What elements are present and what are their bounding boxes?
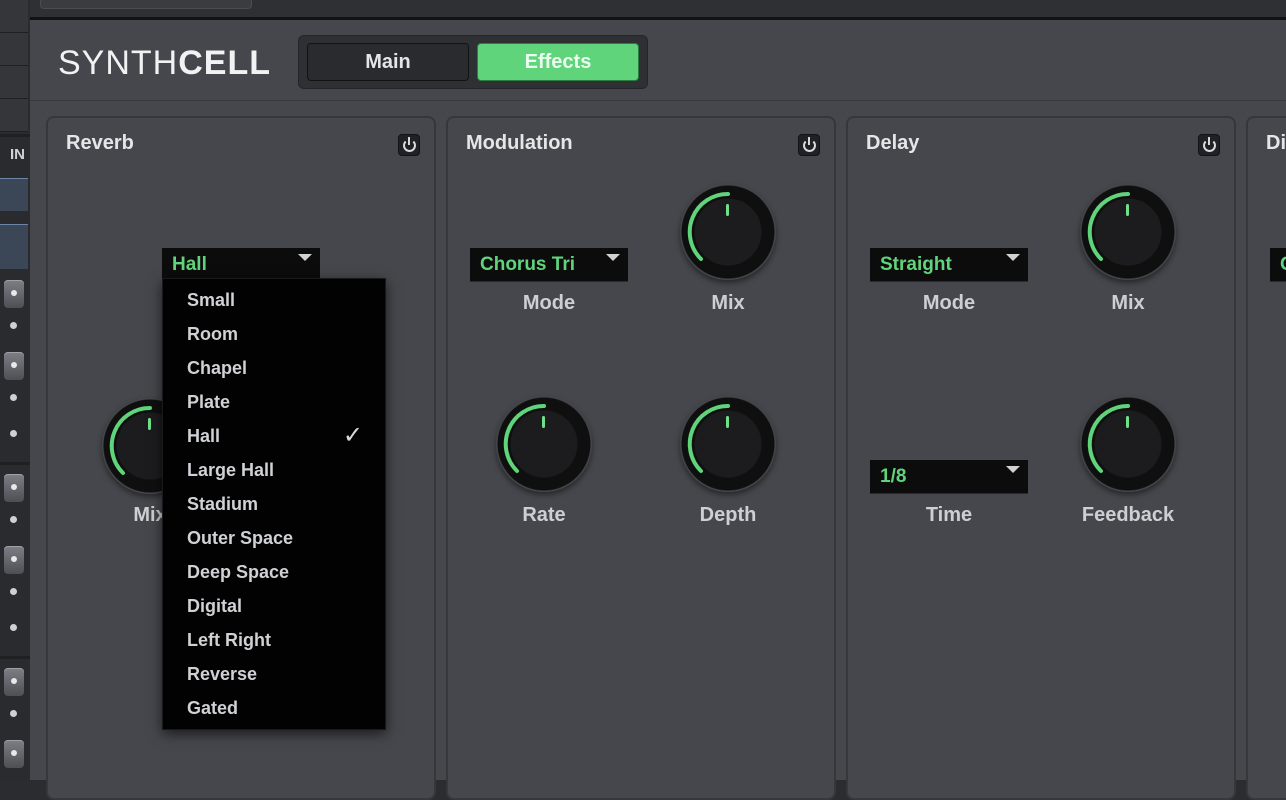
synthcell-logo: SYNTHCELL [58, 44, 271, 83]
delay-title: Delay [866, 132, 920, 154]
host-separator [0, 656, 30, 659]
reverb-power-icon[interactable] [398, 134, 420, 156]
host-dot-indicator [10, 624, 17, 631]
host-tab[interactable] [40, 0, 252, 9]
menu-item-deep-space[interactable]: Deep Space [163, 555, 385, 589]
reverb-title: Reverb [66, 132, 134, 154]
modulation-mode-value: Chorus Tri [480, 254, 576, 275]
distortion-panel: Di C [1246, 116, 1286, 800]
host-toggle-button[interactable] [4, 280, 24, 308]
menu-item-small[interactable]: Small [163, 283, 385, 317]
chevron-down-icon [606, 254, 620, 261]
host-input-slot[interactable] [0, 178, 28, 211]
page-tab-selector: Main Effects [298, 35, 648, 89]
delay-time-label: Time [925, 504, 973, 526]
menu-item-room[interactable]: Room [163, 317, 385, 351]
menu-item-plate[interactable]: Plate [163, 385, 385, 419]
host-strip-label: IN [10, 146, 25, 163]
menu-item-digital[interactable]: Digital [163, 589, 385, 623]
host-input-slot[interactable] [0, 224, 28, 269]
host-toggle-button[interactable] [4, 668, 24, 696]
menu-item-label: Hall [187, 426, 221, 446]
chevron-down-icon [298, 254, 312, 261]
menu-item-left-right[interactable]: Left Right [163, 623, 385, 657]
logo-text-bold: CELL [178, 44, 272, 82]
delay-mix-label: Mix [1111, 292, 1145, 314]
delay-mode-dropdown[interactable]: Straight [870, 248, 1028, 282]
menu-item-outer-space[interactable]: Outer Space [163, 521, 385, 555]
delay-mix-knob[interactable] [1080, 184, 1176, 280]
host-dot-indicator [10, 710, 17, 717]
knob-pointer [148, 418, 151, 430]
tab-main[interactable]: Main [307, 43, 469, 81]
modulation-power-icon[interactable] [798, 134, 820, 156]
menu-item-reverse[interactable]: Reverse [163, 657, 385, 691]
knob-arc [503, 403, 546, 473]
modulation-title: Modulation [466, 132, 573, 154]
modulation-depth-label: Depth [699, 504, 757, 526]
delay-mode-value: Straight [880, 254, 952, 275]
knob-pointer [542, 416, 545, 428]
modulation-panel: Modulation Chorus Tri Mode Mix Rate Dept… [446, 116, 836, 800]
knob-pointer [1126, 204, 1129, 216]
distortion-title: Di [1266, 132, 1286, 154]
modulation-mode-dropdown[interactable]: Chorus Tri [470, 248, 628, 282]
plugin-header: SYNTHCELL Main Effects [30, 20, 1286, 101]
host-dot-indicator [10, 322, 17, 329]
tab-effects[interactable]: Effects [477, 43, 639, 81]
knob-pointer [726, 416, 729, 428]
modulation-depth-knob[interactable] [680, 396, 776, 492]
delay-time-dropdown[interactable]: 1/8 [870, 460, 1028, 494]
host-separator [0, 134, 30, 137]
reverb-type-dropdown[interactable]: Hall [162, 248, 320, 282]
host-dot-indicator [10, 588, 17, 595]
delay-mode-label: Mode [922, 292, 976, 314]
host-toggle-button[interactable] [4, 474, 24, 502]
chevron-down-icon [1006, 254, 1020, 261]
logo-text-thin: SYNTH [58, 44, 179, 82]
menu-item-large-hall[interactable]: Large Hall [163, 453, 385, 487]
host-separator [0, 462, 30, 465]
delay-power-icon[interactable] [1198, 134, 1220, 156]
menu-item-stadium[interactable]: Stadium [163, 487, 385, 521]
chevron-down-icon [1006, 466, 1020, 473]
delay-time-value: 1/8 [880, 466, 907, 487]
reverb-type-value: Hall [172, 254, 207, 275]
distortion-mode-value: C [1280, 254, 1286, 275]
knob-arc [1087, 403, 1130, 473]
host-track-strip: IN [0, 0, 31, 780]
checkmark-icon: ✓ [342, 422, 363, 449]
knob-arc [687, 191, 730, 261]
host-dot-indicator [10, 430, 17, 437]
knob-arc [1087, 191, 1130, 261]
menu-item-gated[interactable]: Gated [163, 691, 385, 725]
knob-arc [687, 403, 730, 473]
host-top-bar [30, 0, 1286, 20]
host-dot-indicator [10, 394, 17, 401]
host-cell [0, 66, 28, 99]
reverb-type-menu: Small Room Chapel Plate Hall ✓ Large Hal… [162, 278, 386, 730]
delay-feedback-label: Feedback [1081, 504, 1175, 526]
modulation-mix-label: Mix [711, 292, 745, 314]
menu-item-chapel[interactable]: Chapel [163, 351, 385, 385]
host-dot-indicator [10, 516, 17, 523]
modulation-rate-label: Rate [522, 504, 566, 526]
host-cell [0, 33, 28, 66]
host-toggle-button[interactable] [4, 740, 24, 768]
knob-pointer [1126, 416, 1129, 428]
menu-item-hall[interactable]: Hall ✓ [163, 419, 385, 453]
delay-feedback-knob[interactable] [1080, 396, 1176, 492]
host-cell [0, 99, 28, 132]
host-cell [0, 0, 28, 33]
modulation-mode-label: Mode [522, 292, 576, 314]
host-toggle-button[interactable] [4, 352, 24, 380]
host-toggle-button[interactable] [4, 546, 24, 574]
delay-panel: Delay Straight Mode Mix 1/8 Time Feedbac… [846, 116, 1236, 800]
distortion-mode-dropdown[interactable]: C [1270, 248, 1286, 282]
knob-pointer [726, 204, 729, 216]
modulation-rate-knob[interactable] [496, 396, 592, 492]
modulation-mix-knob[interactable] [680, 184, 776, 280]
